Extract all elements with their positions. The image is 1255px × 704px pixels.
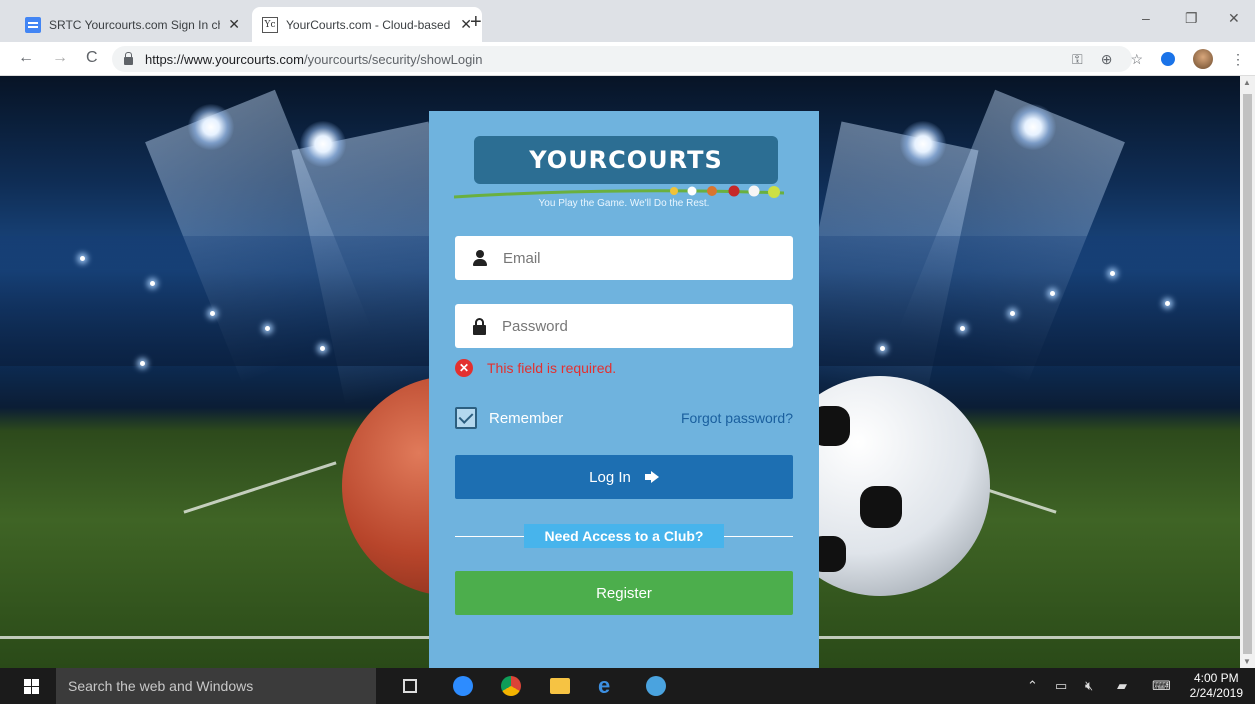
new-tab-button[interactable]: +: [470, 11, 482, 34]
scroll-down-arrow[interactable]: ▼: [1243, 657, 1251, 666]
address-toolbar: ← → C https://www.yourcourts.com/yourcou…: [0, 42, 1255, 76]
forward-button[interactable]: →: [52, 49, 68, 67]
login-button-label: Log In: [589, 468, 631, 486]
need-access-label: Need Access to a Club?: [524, 524, 724, 548]
star-icon[interactable]: ☆: [1130, 51, 1143, 68]
close-window-button[interactable]: ✕: [1228, 10, 1240, 27]
minimize-button[interactable]: –: [1142, 10, 1150, 26]
notifications-icon[interactable]: ▰: [1117, 678, 1127, 694]
forgot-password-link[interactable]: Forgot password?: [681, 410, 793, 426]
logo-swoosh-balls: [454, 185, 784, 199]
docs-icon: [25, 16, 41, 33]
windows-taskbar: Search the web and Windows e ⌃ ▭ 🔇︎ ▰ ⌨ …: [0, 668, 1255, 704]
remember-label: Remember: [489, 409, 564, 427]
url-host: https://www.yourcourts.com: [145, 51, 304, 67]
tab-title: SRTC Yourcourts.com Sign In che: [49, 17, 221, 32]
url-bar[interactable]: https://www.yourcourts.com/yourcourts/se…: [112, 46, 1132, 72]
yourcourts-logo: YOURCOURTS: [474, 136, 778, 184]
restore-button[interactable]: ❐: [1185, 10, 1198, 27]
url-path: /yourcourts/security/showLogin: [303, 51, 483, 67]
reload-button[interactable]: C: [86, 49, 98, 67]
remember-me[interactable]: Remember: [455, 407, 563, 429]
people-app-icon[interactable]: [646, 676, 666, 696]
remember-checkbox[interactable]: [455, 407, 477, 429]
password-field[interactable]: [455, 304, 793, 348]
profile-avatar[interactable]: [1193, 49, 1213, 69]
keyboard-icon[interactable]: ⌨: [1152, 678, 1171, 694]
secure-lock-icon: [124, 51, 133, 65]
browser-tab-bar: SRTC Yourcourts.com Sign In che ✕ Yc You…: [0, 0, 1255, 42]
task-view-icon[interactable]: [403, 679, 417, 693]
battery-icon[interactable]: ▭: [1055, 678, 1067, 694]
tab-title: YourCourts.com - Cloud-based R: [286, 17, 453, 32]
lock-icon: [473, 317, 486, 335]
email-input[interactable]: [503, 249, 773, 267]
clock-date: 2/24/2019: [1189, 686, 1243, 700]
page-scrollbar[interactable]: ▲ ▼: [1240, 76, 1255, 668]
edge-icon[interactable]: e: [598, 675, 618, 697]
yourcourts-favicon: Yc: [262, 16, 278, 33]
file-explorer-icon[interactable]: [550, 678, 570, 694]
key-icon[interactable]: ⚿: [1072, 51, 1083, 68]
system-clock[interactable]: 4:00 PM 2/24/2019: [1190, 671, 1243, 701]
error-message: This field is required.: [487, 360, 617, 376]
error-icon: ✕: [455, 359, 473, 377]
clock-time: 4:00 PM: [1193, 671, 1239, 685]
email-field[interactable]: [455, 236, 793, 280]
volume-muted-icon[interactable]: 🔇︎: [1085, 678, 1093, 694]
password-error: ✕ This field is required.: [455, 359, 616, 377]
back-button[interactable]: ←: [18, 49, 34, 67]
close-tab-icon[interactable]: ✕: [228, 16, 240, 33]
tab-srtc-doc[interactable]: SRTC Yourcourts.com Sign In che ✕: [15, 7, 250, 42]
logo-tagline: You Play the Game. We'll Do the Rest.: [538, 198, 710, 209]
scroll-up-arrow[interactable]: ▲: [1243, 78, 1251, 87]
scrollbar-thumb[interactable]: [1243, 94, 1252, 654]
arrow-right-icon: [644, 471, 659, 483]
login-panel: YOURCOURTS You Play the Game. We'll Do t…: [429, 111, 819, 668]
menu-icon[interactable]: ⋮: [1231, 51, 1245, 68]
user-icon: [473, 250, 487, 266]
chevron-up-icon[interactable]: ⌃: [1027, 678, 1038, 694]
password-input[interactable]: [502, 317, 772, 335]
register-button-label: Register: [596, 584, 652, 602]
windows-start-icon[interactable]: [24, 679, 39, 694]
taskbar-search-box[interactable]: Search the web and Windows: [56, 668, 376, 704]
zoom-app-icon[interactable]: [453, 676, 473, 696]
register-button[interactable]: Register: [455, 571, 793, 615]
login-button[interactable]: Log In: [455, 455, 793, 499]
chrome-icon[interactable]: [501, 676, 521, 696]
extension-icon[interactable]: [1161, 52, 1175, 66]
tab-yourcourts[interactable]: Yc YourCourts.com - Cloud-based R ✕: [252, 7, 482, 42]
zoom-icon[interactable]: ⊕: [1101, 51, 1113, 68]
